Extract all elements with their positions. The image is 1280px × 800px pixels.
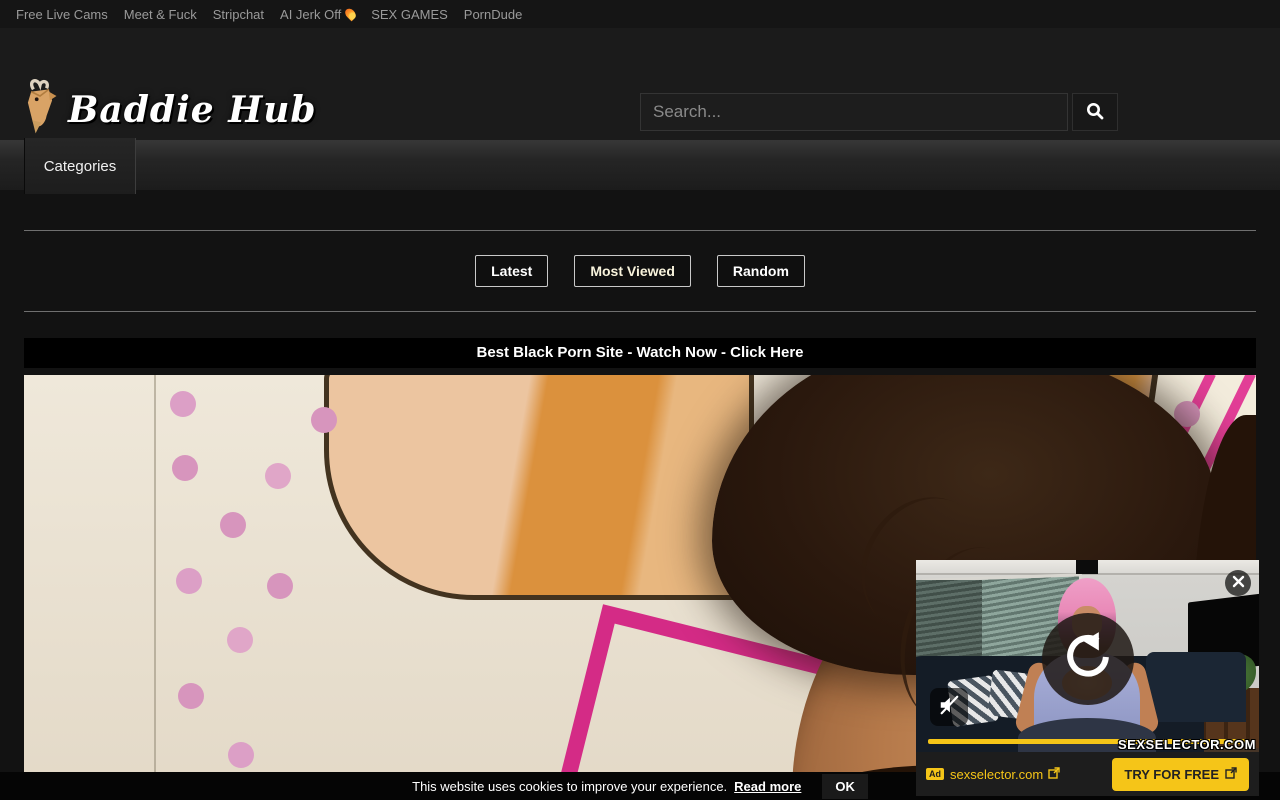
video-ad-widget: SEXSELECTOR.COM Ad sexselector.com TRY F… [916, 560, 1259, 796]
wall-seam [154, 375, 156, 800]
topbar-link-free-live-cams[interactable]: Free Live Cams [8, 7, 116, 22]
main-nav: Categories [0, 140, 1280, 190]
replay-icon [1062, 631, 1114, 688]
site-logo[interactable]: Baddie Hub [18, 78, 317, 141]
topbar: Free Live Cams Meet & Fuck Stripchat AI … [0, 0, 1280, 28]
divider [24, 311, 1256, 312]
topbar-link-porndude[interactable]: PornDude [456, 7, 531, 22]
nav-item-categories[interactable]: Categories [24, 138, 136, 194]
replay-button[interactable] [1042, 613, 1134, 705]
topbar-link-ai-jerk-off[interactable]: AI Jerk Off [272, 7, 363, 22]
couch [1146, 652, 1246, 722]
search-bar [640, 93, 1118, 131]
most-viewed-button[interactable]: Most Viewed [574, 255, 691, 287]
cookie-ok-button[interactable]: OK [822, 774, 868, 799]
polka-dots [170, 391, 196, 417]
ad-info-bar: Ad sexselector.com TRY FOR FREE [916, 752, 1259, 796]
topbar-link-sex-games[interactable]: SEX GAMES [363, 7, 456, 22]
cta-label: TRY FOR FREE [1124, 767, 1219, 782]
close-icon [1232, 575, 1245, 591]
divider [24, 230, 1256, 231]
try-for-free-button[interactable]: TRY FOR FREE [1112, 758, 1249, 791]
ad-close-button[interactable] [1225, 570, 1251, 596]
goat-icon [18, 78, 62, 141]
wall-poster [324, 375, 754, 600]
search-icon [1085, 101, 1105, 124]
search-button[interactable] [1072, 93, 1118, 131]
muted-speaker-icon [938, 694, 960, 721]
ad-video-player[interactable]: SEXSELECTOR.COM [916, 560, 1259, 752]
advertiser-link[interactable]: sexselector.com [950, 767, 1060, 782]
promo-banner-link[interactable]: Best Black Porn Site - Watch Now - Click… [24, 338, 1256, 368]
random-button[interactable]: Random [717, 255, 805, 287]
ad-watermark: SEXSELECTOR.COM [1118, 737, 1256, 752]
cookie-message: This website uses cookies to improve you… [412, 779, 727, 794]
topbar-link-meet-and-fuck[interactable]: Meet & Fuck [116, 7, 205, 22]
topbar-link-label: AI Jerk Off [280, 7, 341, 22]
advertiser-domain: sexselector.com [950, 767, 1043, 782]
external-link-icon [1048, 767, 1060, 782]
ceiling-object [1076, 560, 1098, 574]
fire-icon [343, 7, 358, 22]
site-header: Baddie Hub [0, 28, 1280, 140]
filter-buttons: Latest Most Viewed Random [24, 255, 1256, 287]
read-more-link[interactable]: Read more [734, 779, 801, 794]
site-title: Baddie Hub [68, 89, 317, 131]
muted-button[interactable] [930, 688, 968, 726]
search-input[interactable] [640, 93, 1068, 131]
external-link-icon [1225, 767, 1237, 782]
ad-badge: Ad [926, 768, 944, 780]
latest-button[interactable]: Latest [475, 255, 548, 287]
topbar-link-stripchat[interactable]: Stripchat [205, 7, 272, 22]
